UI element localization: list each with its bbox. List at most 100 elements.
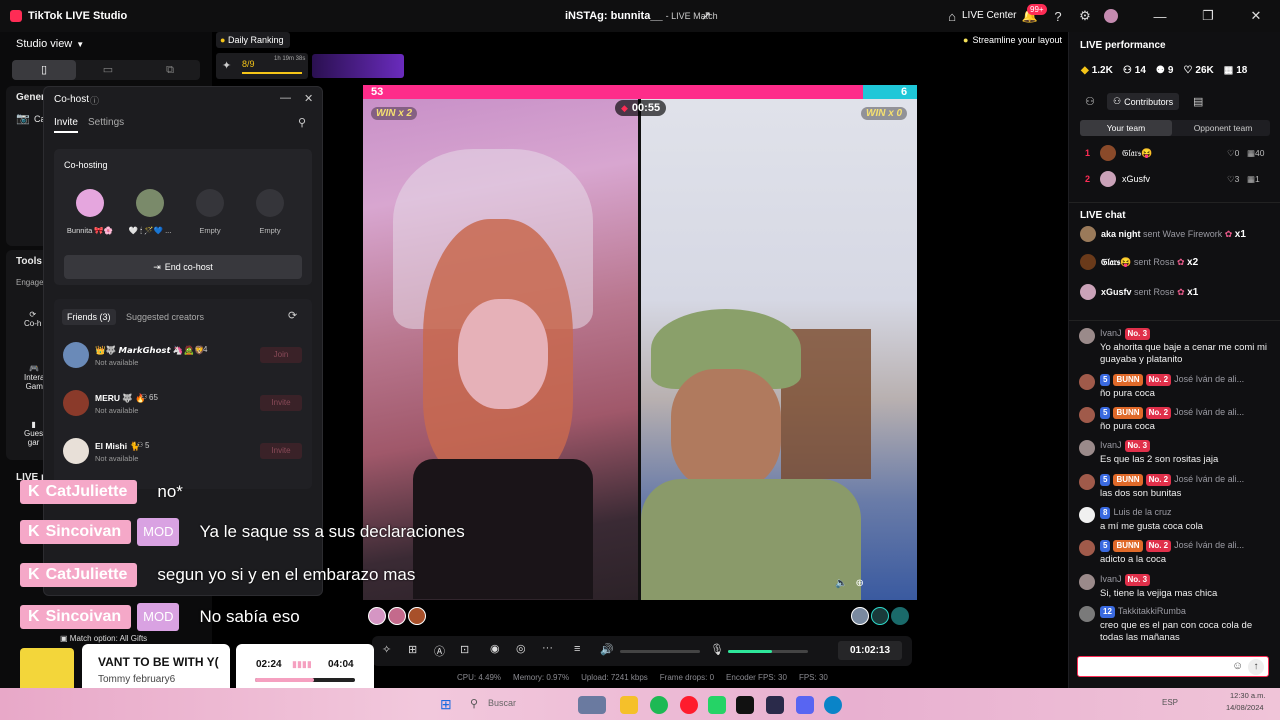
daily-ranking-button[interactable]: ● Daily Ranking	[216, 32, 290, 48]
gear-icon[interactable]: ⚙	[1077, 8, 1093, 24]
rank-timer: 1h 19m 38s	[274, 56, 306, 62]
guest-tool[interactable]: ▮ Gues gar	[24, 420, 43, 447]
cohost-slot[interactable]: 🤍 🕯 🪄💙 ...	[120, 189, 180, 236]
chat-message[interactable]: IvanJ No. 3 Yo ahorita que baje a cenar me…	[1079, 328, 1274, 366]
home-icon[interactable]: ⌂	[944, 8, 960, 24]
chat-avatar	[1079, 540, 1095, 556]
portrait-view-button[interactable]: ▯	[12, 60, 76, 80]
fps-stat: FPS: 30	[798, 673, 828, 682]
interactive-games-tool[interactable]: 🎮 Intera Gam	[24, 364, 44, 391]
tab-friends[interactable]: Friends (3)	[62, 309, 116, 325]
cohost-slot-empty[interactable]: Empty	[180, 189, 240, 235]
chat-message[interactable]: 5 BUNN No. 2 José Iván de ali... las dos son…	[1079, 474, 1274, 500]
send-icon[interactable]: ↑	[1248, 659, 1264, 675]
camera-flip-icon[interactable]: ◎	[516, 642, 526, 655]
layout-icon[interactable]: ⊞	[408, 643, 417, 656]
rank-progress	[242, 72, 302, 74]
help-icon[interactable]: ?	[1050, 8, 1066, 24]
maximize-icon[interactable]: ❐	[1200, 8, 1216, 24]
cohost-slot[interactable]: Bunnita 🎀🌸	[60, 189, 120, 235]
close-icon[interactable]: ✕	[1248, 8, 1264, 24]
opera-icon[interactable]	[680, 696, 698, 714]
search-icon[interactable]: ⚲	[298, 116, 306, 129]
taskbar-search[interactable]: Buscar	[488, 698, 516, 708]
file-explorer-icon[interactable]	[620, 696, 638, 714]
tab-contributors[interactable]: ⚇ Contributors	[1107, 93, 1180, 110]
edge-icon[interactable]	[824, 696, 842, 714]
effects-icon[interactable]: ✧	[382, 643, 391, 656]
ai-icon[interactable]: Ⓐ	[434, 643, 445, 659]
tab-suggested[interactable]: Suggested creators	[126, 312, 204, 322]
user-badge: No. 2	[1145, 474, 1172, 486]
mute-guest-icon[interactable]: 🔈	[835, 578, 847, 589]
chat-message[interactable]: IvanJ No. 3 Si, tiene la vejiga mas chica	[1079, 574, 1274, 600]
contributor-row[interactable]: 2 xGusfv ♡3 ▦1	[1080, 171, 1270, 189]
info-icon[interactable]: ⓘ	[90, 94, 99, 107]
overlay-user-badge: K CatJuliette	[20, 480, 138, 504]
minimize-panel-icon[interactable]: —	[280, 92, 291, 104]
refresh-icon[interactable]: ⟳	[288, 309, 297, 322]
more-icon[interactable]: ···	[542, 642, 553, 654]
audio-mixer-icon[interactable]: ≡	[574, 643, 580, 655]
games-icon: 🎮	[29, 364, 40, 373]
landscape-view-button[interactable]: ▭	[76, 60, 140, 80]
friend-name: 👑🐺 𝙈𝙖𝙧𝙠𝙂𝙝𝙤𝙨𝙩 🦄🧟🦁	[95, 345, 205, 355]
user-badge: 5	[1100, 374, 1111, 386]
profile-avatar[interactable]	[1104, 9, 1118, 23]
user-badge: 12	[1100, 606, 1115, 618]
score-bar-right	[863, 85, 917, 99]
mic-slider[interactable]	[728, 650, 808, 653]
language-indicator[interactable]: ESP	[1162, 698, 1178, 707]
chat-username: IvanJ	[1100, 574, 1122, 584]
chat-text: Si, tiene la vejiga mas chica	[1100, 588, 1218, 599]
whatsapp-icon[interactable]	[708, 696, 726, 714]
tab-opponent-team[interactable]: Opponent team	[1176, 120, 1270, 136]
close-panel-icon[interactable]: ✕	[304, 92, 313, 105]
tab-invite[interactable]: Invite	[54, 117, 78, 133]
chat-message[interactable]: 8 Luis de la cruz a mí me gusta coca cola	[1079, 507, 1274, 533]
microphone-icon[interactable]: 🎙	[710, 643, 724, 656]
spotify-icon[interactable]	[650, 696, 668, 714]
emoji-icon[interactable]: ☺	[1232, 660, 1243, 672]
chat-avatar	[1079, 507, 1095, 523]
live-center-link[interactable]: LIVE Center	[962, 10, 1016, 21]
chat-message[interactable]: 5 BUNN No. 2 José Iván de ali... ño pura coc…	[1079, 407, 1274, 433]
minimize-icon[interactable]: —	[1152, 8, 1168, 24]
cohost-tool[interactable]: ⟳ Co-h	[24, 310, 41, 328]
tab-settings[interactable]: Settings	[88, 117, 124, 128]
new-followers-icon: ⚉	[1155, 65, 1165, 76]
user-badge: BUNN	[1113, 407, 1143, 419]
cohost-slot-empty[interactable]: Empty	[240, 189, 300, 235]
chat-input[interactable]: ☺ ↑	[1077, 656, 1269, 677]
record-icon[interactable]: ◉	[490, 642, 500, 655]
chat-message[interactable]: 5 BUNN No. 2 José Iván de ali... ño pura coc…	[1079, 374, 1274, 400]
contributor-gifts: ▦40	[1247, 148, 1265, 158]
chat-message[interactable]: 12 TakkitakkiRumba creo que es el pan con …	[1079, 606, 1274, 644]
friend-action-button[interactable]: Invite	[260, 443, 302, 459]
friend-action-button[interactable]: Join	[260, 347, 302, 363]
chat-message[interactable]: IvanJ No. 3 Es que las 2 son rositas jaja	[1079, 440, 1274, 466]
more-guest-icon[interactable]: ⊕	[855, 578, 863, 589]
list-icon[interactable]: ▤	[1193, 95, 1203, 108]
dual-view-button[interactable]: ⧉	[140, 60, 200, 80]
memory-stat: Memory: 0.97%	[513, 673, 570, 682]
chat-message[interactable]: 5 BUNN No. 2 José Iván de ali... adicto a la…	[1079, 540, 1274, 566]
users-icon[interactable]: ⚇	[1085, 95, 1095, 108]
add-source-icon[interactable]: ⊡	[460, 643, 469, 656]
end-cohost-button[interactable]: ⇥ End co-host	[64, 255, 302, 279]
windows-start-icon[interactable]: ⊞	[440, 696, 456, 712]
search-icon: ⚲	[470, 698, 479, 710]
layout-tip[interactable]: ● Streamline your layout	[963, 35, 1062, 45]
friend-action-button[interactable]: Invite	[260, 395, 302, 411]
taskbar-app-icon[interactable]	[578, 696, 606, 714]
tiktok-icon[interactable]	[736, 696, 754, 714]
app-icon[interactable]	[766, 696, 784, 714]
tab-your-team[interactable]: Your team	[1080, 120, 1172, 136]
volume-slider[interactable]	[620, 650, 700, 653]
speaker-icon[interactable]: 🔊	[600, 643, 614, 656]
contributor-row[interactable]: 1 𝔊𝔩𝔞𝔯𝔰😝 ♡0 ▦40	[1080, 145, 1270, 163]
studio-view-dropdown[interactable]: Studio view ▼	[16, 38, 84, 50]
share-icon[interactable]: ↗	[698, 8, 714, 24]
music-event-banner[interactable]	[312, 54, 404, 78]
discord-icon[interactable]	[796, 696, 814, 714]
